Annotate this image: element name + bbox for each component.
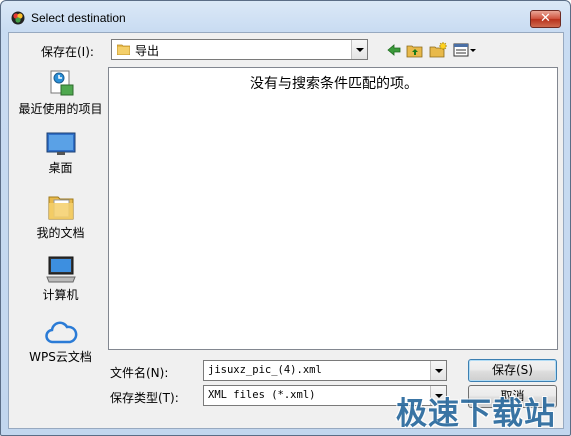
computer-icon bbox=[45, 256, 76, 283]
place-label: 最近使用的项目 bbox=[18, 102, 103, 116]
chevron-down-icon[interactable] bbox=[430, 361, 446, 380]
desktop-icon bbox=[46, 132, 75, 155]
app-icon bbox=[11, 11, 25, 25]
place-label: WPS云文档 bbox=[29, 350, 92, 364]
lookin-value: 导出 bbox=[135, 44, 160, 58]
folder-up-icon[interactable] bbox=[405, 41, 425, 59]
place-label: 我的文档 bbox=[36, 226, 85, 240]
place-recent[interactable]: 最近使用的项目 bbox=[15, 67, 106, 116]
window-title: Select destination bbox=[31, 11, 126, 25]
new-folder-icon[interactable] bbox=[428, 41, 448, 59]
save-button[interactable]: 保存(S) bbox=[468, 359, 557, 382]
back-arrow-icon[interactable] bbox=[384, 41, 404, 59]
filename-label: 文件名(N): bbox=[110, 366, 169, 380]
dialog-body: 保存在(I): 导出 最近使用的项目 桌面 我的文档 计算机 WPS云文档 没有… bbox=[8, 32, 564, 429]
close-icon: ✕ bbox=[540, 11, 551, 26]
place-wps-cloud[interactable]: WPS云文档 bbox=[15, 319, 106, 364]
watermark-text: 极速下载站 bbox=[396, 396, 556, 432]
place-label: 计算机 bbox=[42, 288, 79, 302]
filetype-value: XML files (*.xml) bbox=[208, 389, 316, 401]
empty-message: 没有与搜索条件匹配的项。 bbox=[250, 76, 418, 92]
place-documents[interactable]: 我的文档 bbox=[15, 191, 106, 240]
title-bar[interactable]: Select destination ✕ bbox=[1, 1, 570, 33]
place-computer[interactable]: 计算机 bbox=[15, 255, 106, 302]
folder-icon bbox=[117, 44, 130, 55]
places-bar: 最近使用的项目 桌面 我的文档 计算机 WPS云文档 bbox=[15, 67, 106, 387]
cloud-icon bbox=[44, 321, 77, 344]
filename-input[interactable]: jisuxz_pic_(4).xml bbox=[203, 360, 447, 381]
lookin-combo[interactable]: 导出 bbox=[111, 39, 368, 60]
recent-items-icon bbox=[50, 70, 73, 96]
chevron-down-icon[interactable] bbox=[351, 40, 367, 59]
filename-value: jisuxz_pic_(4).xml bbox=[208, 364, 322, 376]
place-desktop[interactable]: 桌面 bbox=[15, 130, 106, 175]
filetype-label: 保存类型(T): bbox=[110, 391, 179, 405]
documents-icon bbox=[48, 196, 73, 220]
view-menu-icon[interactable] bbox=[452, 41, 478, 59]
close-button[interactable]: ✕ bbox=[530, 10, 561, 28]
dialog-window: Select destination ✕ 保存在(I): 导出 最近使用的项目 … bbox=[0, 0, 571, 436]
file-list[interactable]: 没有与搜索条件匹配的项。 bbox=[108, 67, 558, 350]
place-label: 桌面 bbox=[48, 161, 73, 175]
lookin-label: 保存在(I): bbox=[41, 45, 94, 59]
